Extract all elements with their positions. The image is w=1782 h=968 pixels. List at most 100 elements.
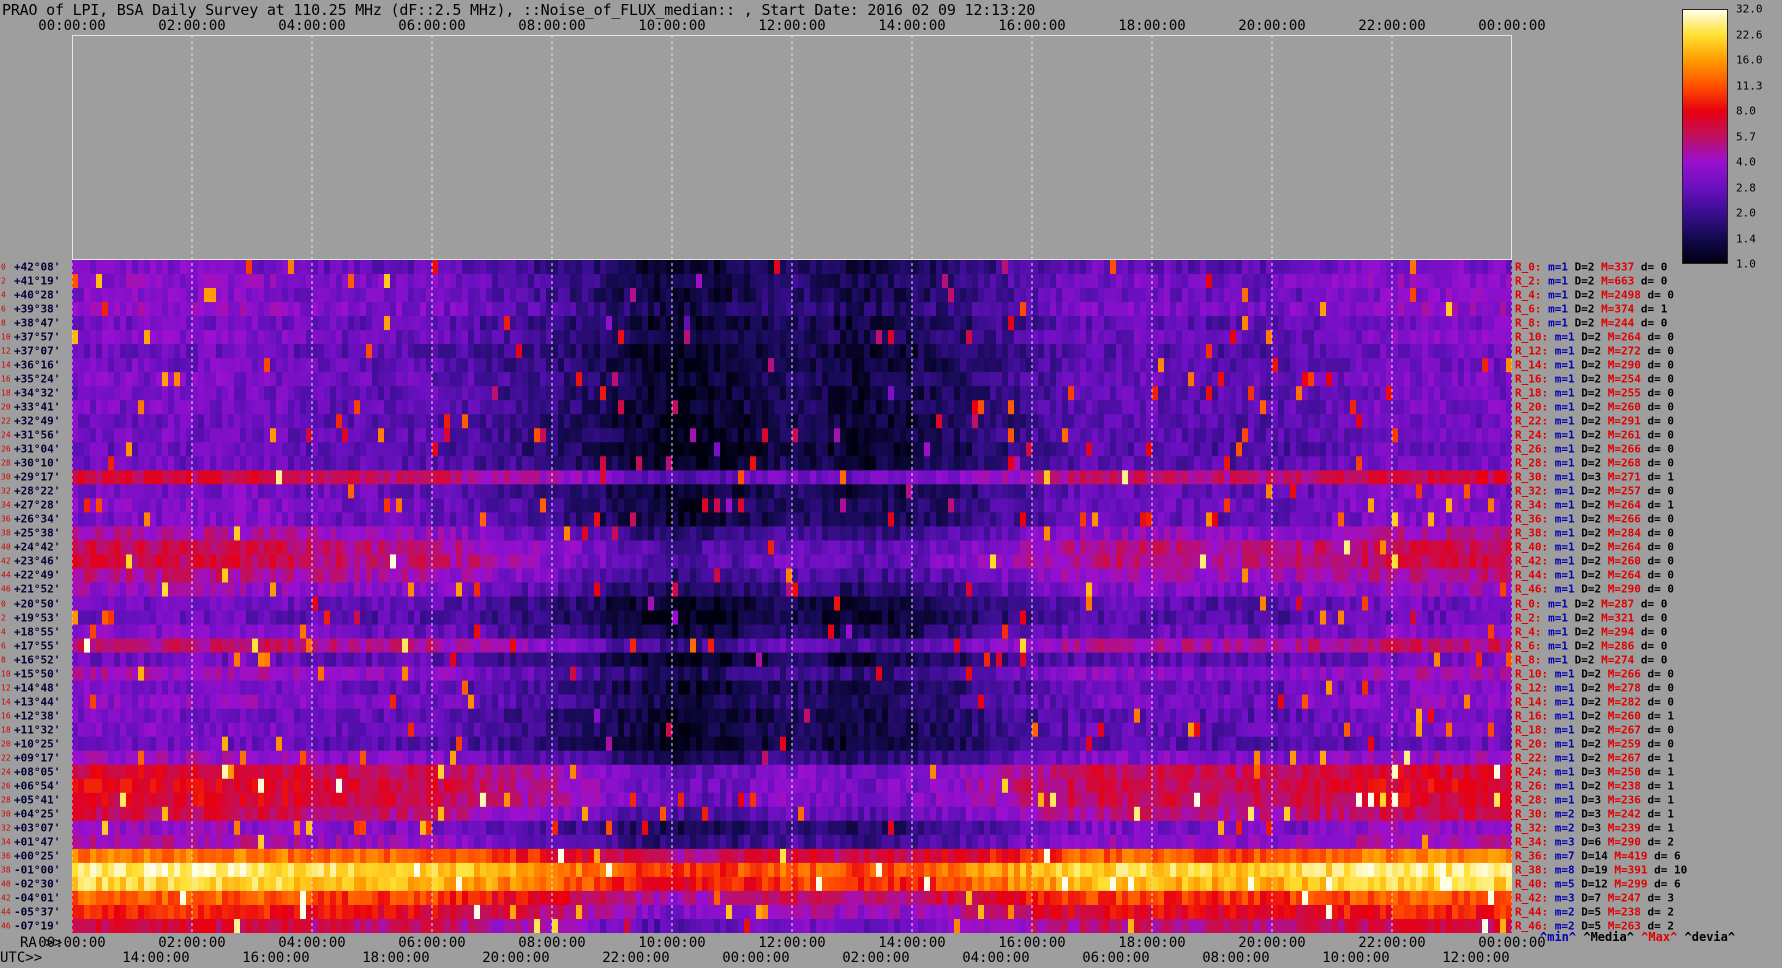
heatmap-cell bbox=[402, 274, 409, 289]
heatmap-cell bbox=[492, 484, 499, 499]
heatmap-cell bbox=[1458, 344, 1465, 359]
heatmap-cell bbox=[216, 386, 223, 401]
heatmap-cell bbox=[426, 442, 433, 457]
heatmap-cell bbox=[798, 330, 805, 345]
heatmap-cell bbox=[1482, 442, 1489, 457]
heatmap-cell bbox=[858, 442, 865, 457]
heatmap-cell bbox=[162, 428, 169, 443]
heatmap-cell bbox=[1134, 344, 1141, 359]
heatmap-cell bbox=[990, 330, 997, 345]
heatmap-cell bbox=[552, 386, 559, 401]
heatmap-cell bbox=[1266, 302, 1273, 317]
heatmap-cell bbox=[702, 470, 709, 485]
heatmap-cell bbox=[1470, 400, 1477, 415]
heatmap-cell bbox=[876, 386, 883, 401]
heatmap-cell bbox=[1002, 344, 1009, 359]
heatmap-cell bbox=[1014, 428, 1021, 443]
heatmap-cell bbox=[582, 302, 589, 317]
heatmap-cell bbox=[138, 372, 145, 387]
heatmap-cell bbox=[264, 512, 271, 527]
heatmap-cell bbox=[432, 456, 439, 471]
heatmap-cell bbox=[132, 386, 139, 401]
heatmap-cell bbox=[1044, 456, 1051, 471]
heatmap-cell bbox=[1068, 358, 1075, 373]
heatmap-cell bbox=[294, 316, 301, 331]
heatmap-cell bbox=[438, 540, 445, 556]
heatmap-cell bbox=[1146, 260, 1153, 275]
heatmap-cell bbox=[594, 456, 601, 471]
heatmap-cell bbox=[180, 302, 187, 317]
heatmap-cell bbox=[1080, 302, 1087, 317]
heatmap-cell bbox=[852, 330, 859, 345]
heatmap-cell bbox=[756, 470, 763, 485]
heatmap-cell bbox=[348, 512, 355, 527]
heatmap-cell bbox=[732, 540, 739, 556]
heatmap-cell bbox=[516, 512, 523, 527]
heatmap-cell bbox=[1140, 302, 1147, 317]
heatmap-cell bbox=[750, 358, 757, 373]
heatmap-cell bbox=[156, 400, 163, 415]
heatmap-cell bbox=[1158, 386, 1165, 401]
heatmap-cell bbox=[894, 484, 901, 499]
heatmap-cell bbox=[786, 442, 793, 457]
heatmap-cell bbox=[552, 372, 559, 387]
heatmap-cell bbox=[1074, 540, 1081, 556]
heatmap-cell bbox=[1056, 512, 1063, 527]
heatmap-cell bbox=[450, 456, 457, 471]
heatmap-cell bbox=[894, 498, 901, 513]
heatmap-cell bbox=[1230, 274, 1237, 289]
heatmap-cell bbox=[1224, 386, 1231, 401]
heatmap-cell bbox=[228, 288, 235, 303]
heatmap-cell bbox=[366, 540, 373, 556]
heatmap-cell bbox=[276, 288, 283, 303]
heatmap-cell bbox=[1020, 512, 1027, 527]
heatmap-cell bbox=[276, 344, 283, 359]
heatmap-cell bbox=[204, 260, 211, 275]
heatmap-cell bbox=[828, 358, 835, 373]
heatmap-cell bbox=[1302, 526, 1309, 542]
heatmap-cell bbox=[90, 428, 97, 443]
heatmap-cell bbox=[534, 302, 541, 317]
heatmap-cell bbox=[888, 512, 895, 527]
heatmap-cell bbox=[726, 260, 733, 275]
heatmap-cell bbox=[1452, 274, 1459, 289]
heatmap-cell bbox=[678, 540, 685, 556]
heatmap-cell bbox=[666, 288, 673, 303]
heatmap-cell bbox=[144, 344, 151, 359]
heatmap-cell bbox=[996, 372, 1003, 387]
heatmap-cell bbox=[102, 442, 109, 457]
heatmap-cell bbox=[270, 358, 277, 373]
heatmap-cell bbox=[1200, 386, 1207, 401]
heatmap-cell bbox=[582, 316, 589, 331]
heatmap-cell bbox=[642, 358, 649, 373]
heatmap-cell bbox=[1494, 526, 1501, 542]
heatmap-cell bbox=[966, 540, 973, 556]
heatmap-cell bbox=[276, 358, 283, 373]
heatmap-cell bbox=[396, 540, 403, 556]
heatmap-cell bbox=[126, 470, 133, 485]
heatmap-cell bbox=[774, 330, 781, 345]
heatmap-cell bbox=[1314, 302, 1321, 317]
heatmap-cell bbox=[264, 498, 271, 513]
heatmap-cell bbox=[468, 400, 475, 415]
heatmap-cell bbox=[1392, 526, 1399, 542]
heatmap-cell bbox=[660, 372, 667, 387]
heatmap-cell bbox=[1206, 512, 1213, 527]
heatmap-cell bbox=[966, 470, 973, 485]
heatmap-cell bbox=[78, 512, 85, 527]
heatmap-cell bbox=[882, 330, 889, 345]
heatmap-cell bbox=[402, 386, 409, 401]
heatmap-cell bbox=[738, 428, 745, 443]
heatmap-cell bbox=[528, 344, 535, 359]
heatmap-cell bbox=[990, 386, 997, 401]
heatmap-cell bbox=[1236, 372, 1243, 387]
heatmap-cell bbox=[1224, 400, 1231, 415]
heatmap-cell bbox=[672, 470, 679, 485]
heatmap-cell bbox=[738, 330, 745, 345]
heatmap-cell bbox=[708, 442, 715, 457]
heatmap-cell bbox=[1230, 386, 1237, 401]
heatmap-cell bbox=[1290, 400, 1297, 415]
heatmap-cell bbox=[708, 386, 715, 401]
heatmap-cell bbox=[1404, 456, 1411, 471]
heatmap-cell bbox=[780, 330, 787, 345]
